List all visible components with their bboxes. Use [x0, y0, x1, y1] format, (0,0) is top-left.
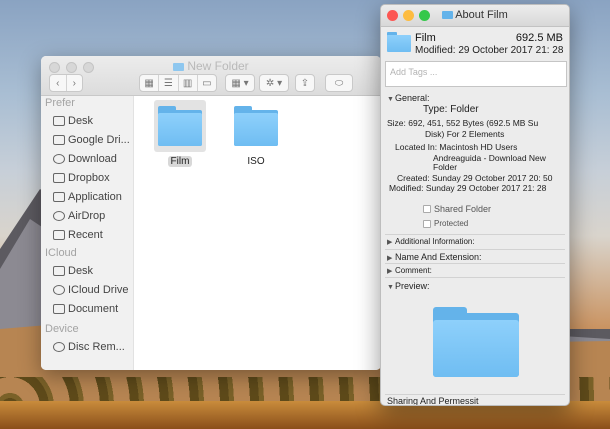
shared-folder-checkbox[interactable]: Shared Folder	[423, 204, 491, 214]
tags-button[interactable]: ⬭	[325, 74, 353, 92]
sidebar-item-disc[interactable]: Disc Rem...	[41, 337, 133, 356]
finder-title: New Folder	[41, 59, 381, 73]
info-name: Film	[415, 32, 436, 44]
tags-input[interactable]: Add Tags ...	[385, 61, 567, 87]
airdrop-icon	[53, 210, 65, 221]
folder-icon	[442, 11, 454, 19]
download-icon	[53, 153, 65, 164]
get-info-window: About Film Film 692.5 MB Modified: 29 Oc…	[380, 4, 570, 406]
arrange-button[interactable]: ▦ ▾	[225, 74, 255, 92]
disclosure-open-icon: ▼	[387, 96, 394, 103]
folder-item-iso[interactable]: ISO	[226, 100, 286, 167]
sidebar-item-recents[interactable]: Recent	[41, 225, 133, 244]
general-section-toggle[interactable]: ▼General:	[381, 93, 569, 103]
list-view-button[interactable]: ☰	[158, 75, 177, 91]
google-drive-icon	[53, 134, 65, 145]
kind-value: Type: Folder	[423, 104, 479, 115]
comment-toggle[interactable]: ▶ Comment:	[381, 266, 569, 275]
disclosure-closed-icon: ▶	[387, 268, 393, 275]
sidebar-item-desktop[interactable]: Desk	[41, 111, 133, 130]
folder-icon	[387, 32, 411, 52]
sidebar-item-dropbox[interactable]: Dropbox	[41, 168, 133, 187]
sidebar-item-documents[interactable]: Document	[41, 299, 133, 318]
folder-preview-icon	[433, 307, 519, 377]
share-button[interactable]: ⇪	[295, 74, 315, 92]
info-titlebar[interactable]: About Film	[381, 5, 569, 27]
preview-section-toggle[interactable]: ▼Preview:	[381, 281, 569, 291]
recents-icon	[53, 229, 65, 240]
documents-icon	[53, 303, 65, 314]
info-modified: Modified: 29 October 2017 21: 28	[415, 45, 564, 56]
created-value: Created: Sunday 29 October 2017 20: 50	[397, 173, 553, 183]
folder-label: ISO	[247, 156, 265, 167]
divider	[385, 263, 565, 264]
divider	[385, 394, 565, 395]
checkbox-icon	[423, 205, 431, 213]
nav-buttons: ‹ ›	[49, 74, 83, 92]
finder-content: Film ISO	[134, 96, 381, 370]
sidebar-header-icloud: ICloud	[45, 247, 77, 259]
gear-icon: ✲ ▾	[265, 77, 283, 89]
sidebar-item-google-drive[interactable]: Google Dri...	[41, 130, 133, 149]
divider	[385, 277, 565, 278]
folder-icon	[154, 100, 206, 152]
disclosure-closed-icon: ▶	[387, 239, 393, 246]
gallery-view-button[interactable]: ▭	[196, 75, 216, 91]
size-line-2: Disk) For 2 Elements	[425, 129, 505, 139]
folder-label: Film	[167, 156, 193, 167]
folder-icon	[173, 63, 185, 71]
disclosure-closed-icon: ▶	[387, 255, 393, 262]
view-mode-group: ▦ ☰ ▥ ▭	[139, 74, 217, 92]
location-line-3: Folder	[433, 162, 458, 172]
column-view-button[interactable]: ▥	[177, 75, 197, 91]
sidebar-item-downloads[interactable]: Download	[41, 149, 133, 168]
info-header: Film 692.5 MB Modified: 29 October 2017 …	[381, 27, 569, 61]
share-icon: ⇪	[300, 77, 310, 89]
icon-view-button[interactable]: ▦	[140, 75, 158, 91]
additional-info-toggle[interactable]: ▶ Additional Information:	[381, 237, 569, 246]
name-extension-toggle[interactable]: ▶ Name And Extension:	[381, 252, 569, 262]
sidebar-header-devices: Device	[45, 323, 79, 335]
folder-item-film[interactable]: Film	[150, 100, 210, 167]
icloud-icon	[53, 284, 65, 295]
desktop-icon	[53, 115, 65, 126]
divider	[385, 249, 565, 250]
finder-sidebar: Prefer Desk Google Dri... Download Dropb…	[41, 96, 134, 370]
sidebar-item-airdrop[interactable]: AirDrop	[41, 206, 133, 225]
dropbox-icon	[53, 172, 65, 183]
sidebar-header-favorites: Prefer	[45, 97, 75, 109]
finder-window: New Folder ‹ › ▦ ☰ ▥ ▭ ▦ ▾ ✲ ▾ ⇪ ⬭ Prefe…	[41, 56, 381, 370]
folder-icon	[230, 100, 282, 152]
sidebar-item-icloud-drive[interactable]: ICloud Drive	[41, 280, 133, 299]
divider	[385, 234, 565, 235]
size-line-1: Size: 692, 451, 552 Bytes (692.5 MB Su	[387, 118, 539, 128]
finder-titlebar[interactable]: New Folder ‹ › ▦ ☰ ▥ ▭ ▦ ▾ ✲ ▾ ⇪ ⬭	[41, 56, 381, 96]
disc-icon	[53, 341, 65, 352]
info-size: 692.5 MB	[515, 32, 563, 44]
tag-icon: ⬭	[334, 77, 344, 89]
desktop-icon	[53, 265, 65, 276]
back-button[interactable]: ‹	[50, 75, 66, 91]
forward-button[interactable]: ›	[65, 75, 83, 91]
info-title: About Film	[381, 9, 569, 21]
sidebar-item-applications[interactable]: Application	[41, 187, 133, 206]
disclosure-open-icon: ▼	[387, 284, 394, 291]
location-line-1: Located In: Macintosh HD Users	[395, 142, 518, 152]
action-button[interactable]: ✲ ▾	[259, 74, 289, 92]
checkbox-icon	[423, 219, 431, 228]
modified-value: Modified: Sunday 29 October 2017 21: 28	[389, 183, 547, 193]
sharing-permissions-toggle[interactable]: Sharing And Permessit	[381, 396, 569, 405]
applications-icon	[53, 191, 65, 202]
protected-checkbox[interactable]: Protected	[423, 219, 468, 228]
sidebar-item-icloud-desktop[interactable]: Desk	[41, 261, 133, 280]
